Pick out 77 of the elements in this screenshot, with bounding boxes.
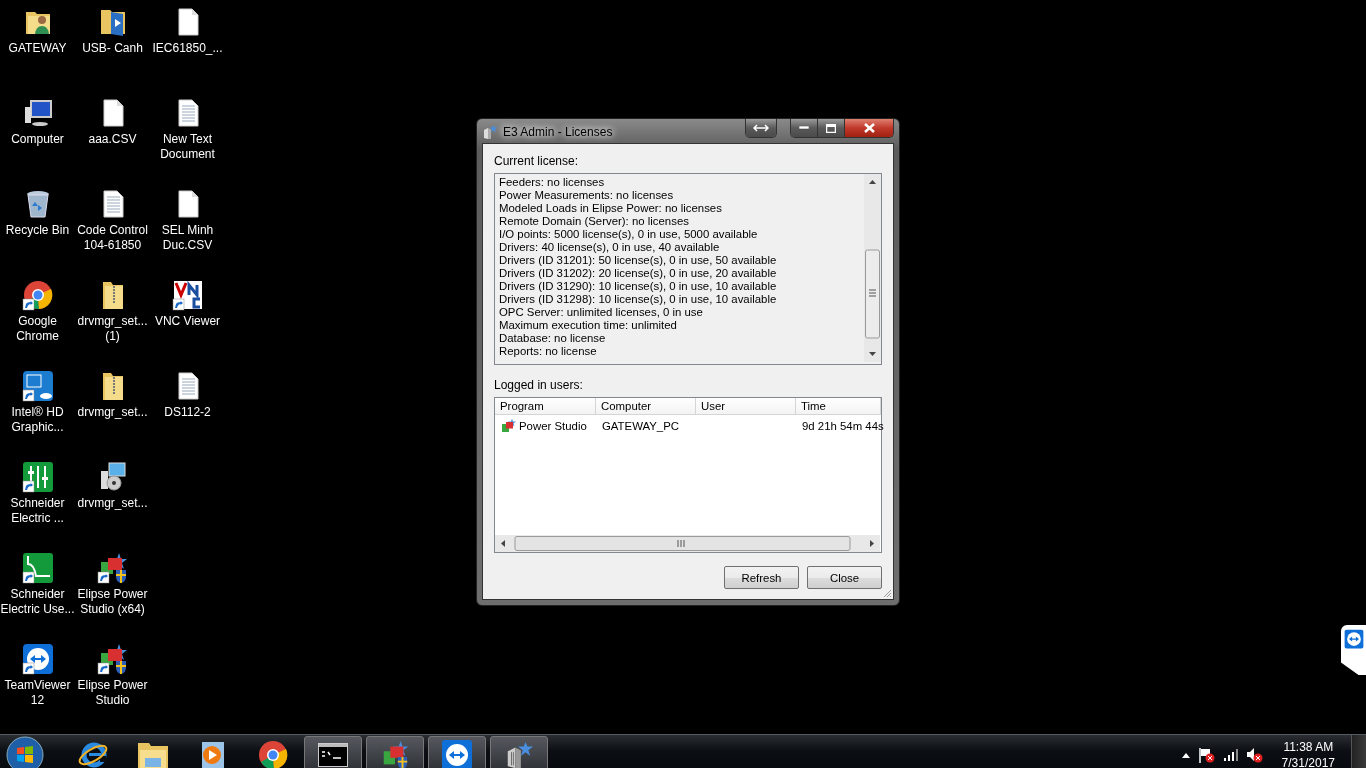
- license-line: Reports: no license: [499, 345, 598, 358]
- flag-error-icon[interactable]: [1197, 747, 1216, 763]
- close-icon: [863, 123, 875, 133]
- blocks-star-icon: [501, 418, 517, 434]
- window-title: E3 Admin - Licenses: [503, 125, 613, 139]
- desktop-icon-label[interactable]: IEC61850_...: [150, 41, 225, 56]
- section-label: Logged in users:: [494, 378, 584, 392]
- resize-grip-icon[interactable]: [882, 588, 892, 598]
- desktop-icon-label[interactable]: SEL Minh Duc.CSV: [150, 223, 225, 253]
- table-cell-text: GATEWAY_PC: [601, 420, 680, 432]
- section-label: Current license:: [494, 154, 580, 168]
- double-arrow-icon: [753, 124, 769, 132]
- desktop-icon-label[interactable]: Recycle Bin: [0, 223, 75, 238]
- desktop-icon-label[interactable]: aaa.CSV: [75, 132, 150, 147]
- clock[interactable]: 11:38 AM 7/31/2017: [1281, 739, 1335, 768]
- circle-logo-icon[interactable]: [257, 739, 289, 768]
- desktop-icon-label[interactable]: Computer: [0, 132, 75, 147]
- muted-speaker-icon[interactable]: [1245, 747, 1264, 763]
- license-line: Maximum execution time: unlimited: [499, 319, 678, 332]
- clock-date: 7/31/2017: [1281, 755, 1335, 768]
- double-arrow-button[interactable]: [746, 119, 776, 137]
- folder-icon[interactable]: [136, 740, 170, 768]
- license-line: Drivers (ID 31202): 20 license(s), 0 in use, 20 available: [499, 267, 778, 280]
- minimize-icon: [799, 126, 809, 130]
- caret-up-icon[interactable]: [1181, 752, 1190, 758]
- desktop-icon-label[interactable]: Google Chrome: [0, 314, 75, 344]
- server-star-icon: [482, 124, 498, 140]
- desktop-icon-label[interactable]: drvmgr_set... (1): [75, 314, 150, 344]
- taskbar-button[interactable]: [490, 736, 548, 768]
- clock-time: 11:38 AM: [1283, 739, 1334, 755]
- dialog-button[interactable]: Close: [807, 566, 882, 589]
- column-header[interactable]: Computer: [596, 398, 696, 415]
- console-icon[interactable]: [318, 743, 348, 767]
- desktop-icon-label[interactable]: GATEWAY: [0, 41, 75, 56]
- taskbar-button[interactable]: [428, 736, 486, 768]
- column-header[interactable]: User: [696, 398, 796, 415]
- dialog-button[interactable]: Refresh: [724, 566, 799, 589]
- column-header[interactable]: Program: [495, 398, 596, 415]
- desktop-icon-label[interactable]: New Text Document: [150, 132, 225, 162]
- maximize-button[interactable]: [817, 119, 844, 137]
- license-line: OPC Server: unlimited licenses, 0 in use: [499, 306, 704, 319]
- desktop-icon-label[interactable]: Elipse Power Studio: [75, 678, 150, 708]
- desktop-icon-label[interactable]: TeamViewer 12: [0, 678, 75, 708]
- license-line: Drivers (ID 31298): 10 license(s), 0 in use, 10 available: [499, 293, 778, 306]
- close-window-button[interactable]: [844, 119, 893, 137]
- license-line: Drivers (ID 31290): 10 license(s), 0 in use, 10 available: [499, 280, 778, 293]
- double-arrow-app-icon[interactable]: [441, 739, 473, 768]
- horizontal-scrollbar[interactable]: [495, 535, 880, 552]
- license-line: Feeders: no licenses: [499, 176, 606, 189]
- signal-bars-icon[interactable]: [1223, 749, 1238, 761]
- desktop-icon-label[interactable]: drvmgr_set...: [75, 496, 150, 511]
- table-cell: Power Studio: [495, 418, 596, 434]
- license-line: Drivers: 40 license(s), 0 in use, 40 available: [499, 241, 721, 254]
- minimize-button[interactable]: [791, 119, 817, 137]
- play-button-icon[interactable]: [199, 740, 227, 768]
- start-orb-icon[interactable]: [6, 736, 44, 768]
- desktop-icon-label[interactable]: Elipse Power Studio (x64): [75, 587, 150, 617]
- taskbar-button[interactable]: [304, 736, 362, 768]
- desktop-icon-label[interactable]: drvmgr_set...: [75, 405, 150, 420]
- desktop-icon-label[interactable]: Intel® HD Graphic...: [0, 405, 75, 435]
- license-line: Power Measurements: no licenses: [499, 189, 675, 202]
- desktop-icon-label[interactable]: USB- Canh: [75, 41, 150, 56]
- license-line: Remote Domain (Server): no licenses: [499, 215, 690, 228]
- license-line: Modeled Loads in Elipse Power: no licenses: [499, 202, 723, 215]
- desktop-icon-label[interactable]: Schneider Electric ...: [0, 496, 75, 526]
- vertical-scrollbar[interactable]: [864, 174, 881, 362]
- desktop-icon-label[interactable]: Schneider Electric Use...: [0, 587, 75, 617]
- column-header[interactable]: Time: [796, 398, 881, 415]
- maximize-icon: [826, 123, 836, 133]
- desktop-icon-label[interactable]: VNC Viewer: [150, 314, 225, 329]
- desktop-icon-label[interactable]: Code Control 104-61850: [75, 223, 150, 253]
- double-arrow-icon: [1343, 629, 1364, 649]
- license-line: I/O points: 5000 license(s), 0 in use, 5000 available: [499, 228, 759, 241]
- side-panel-tab[interactable]: [1341, 625, 1366, 675]
- license-line: Drivers (ID 31201): 50 license(s), 0 in use, 50 available: [499, 254, 778, 267]
- license-line: Database: no license: [499, 332, 607, 345]
- desktop-icon-label[interactable]: DS112-2: [150, 405, 225, 420]
